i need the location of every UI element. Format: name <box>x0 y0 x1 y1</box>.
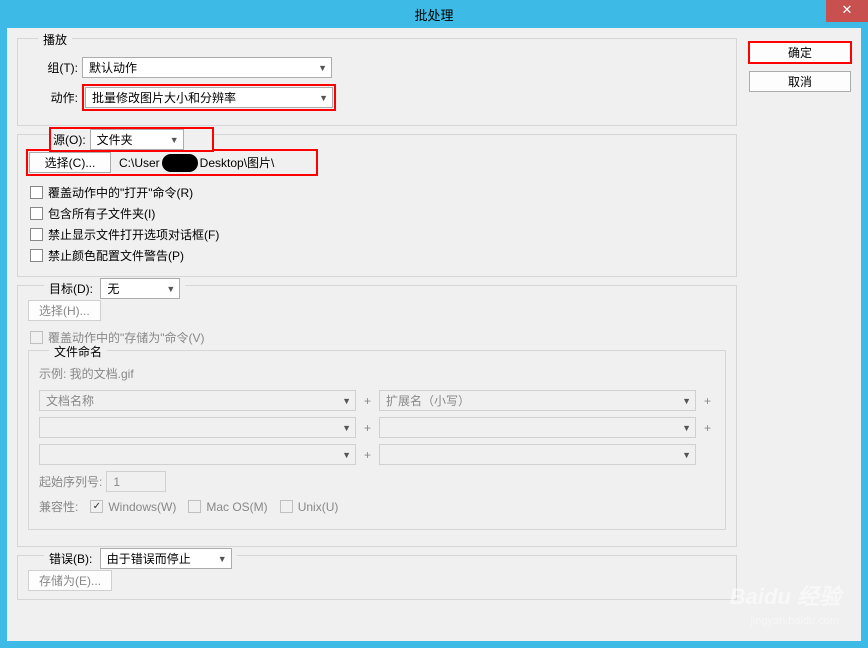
name-field-6: ▼ <box>379 444 696 465</box>
source-value: 文件夹 <box>97 131 133 148</box>
action-label: 动作: <box>28 89 78 106</box>
dest-choose-button: 选择(H)... <box>28 300 101 321</box>
action-select[interactable]: 批量修改图片大小和分辨率 ▼ <box>85 87 333 108</box>
error-fieldset: 错误(B): 由于错误而停止 ▼ 存储为(E)... <box>17 555 737 600</box>
naming-example: 示例: 我的文档.gif <box>39 365 715 382</box>
name-field-2: 扩展名（小写） ▼ <box>379 390 696 411</box>
plus-icon: + <box>360 448 375 462</box>
error-select[interactable]: 由于错误而停止 ▼ <box>100 548 232 569</box>
dest-value: 无 <box>107 280 119 297</box>
name-field-3: ▼ <box>39 417 356 438</box>
redacted-icon <box>162 154 198 172</box>
cb-override-save-row: 覆盖动作中的"存储为"命令(V) <box>28 329 726 346</box>
titlebar: 批处理 ✕ <box>0 0 868 28</box>
chevron-down-icon: ▼ <box>342 423 351 433</box>
plus-icon: + <box>360 394 375 408</box>
cb-override-open: 覆盖动作中的"打开"命令(R) <box>48 184 193 201</box>
naming-fieldset: 文件命名 示例: 我的文档.gif 文档名称 ▼ + 扩展名（小写） ▼ + <box>28 350 726 530</box>
error-label: 错误(B): <box>49 552 96 566</box>
checkbox-icon[interactable] <box>30 228 43 241</box>
start-seq-label: 起始序列号: <box>39 473 102 490</box>
close-button[interactable]: ✕ <box>826 0 868 22</box>
compat-unix: Unix(U) <box>278 500 339 514</box>
chevron-down-icon: ▼ <box>170 135 179 145</box>
plus-icon: + <box>700 421 715 435</box>
group-label: 组(T): <box>28 59 78 76</box>
group-value: 默认动作 <box>89 59 137 76</box>
error-value: 由于错误而停止 <box>107 550 191 567</box>
error-saveas-button: 存储为(E)... <box>28 570 112 591</box>
chevron-down-icon: ▼ <box>166 284 175 294</box>
source-fieldset: 源(O): 文件夹 ▼ 选择(C)... C:\User Desktop\图片\ <box>17 134 737 277</box>
ok-button[interactable]: 确定 <box>749 42 851 63</box>
action-value: 批量修改图片大小和分辨率 <box>92 89 236 106</box>
play-legend: 播放 <box>38 31 72 48</box>
dialog-content: 确定 取消 播放 组(T): 默认动作 ▼ 动作: 批量修改图片大小和分辨率 ▼ <box>7 28 861 641</box>
compat-mac: Mac OS(M) <box>186 500 267 514</box>
window-title: 批处理 <box>414 5 453 24</box>
cb-override-open-row[interactable]: 覆盖动作中的"打开"命令(R) <box>28 184 726 201</box>
cb-include-sub: 包含所有子文件夹(I) <box>48 205 155 222</box>
compat-label: 兼容性: <box>39 498 78 515</box>
compat-windows: Windows(W) <box>88 500 176 514</box>
naming-legend: 文件命名 <box>49 343 107 360</box>
source-select[interactable]: 文件夹 ▼ <box>90 129 184 150</box>
source-legend-wrap: 源(O): 文件夹 ▼ <box>44 127 219 152</box>
dest-label: 目标(D): <box>49 282 97 296</box>
cb-include-sub-row[interactable]: 包含所有子文件夹(I) <box>28 205 726 222</box>
cb-suppress-open: 禁止显示文件打开选项对话框(F) <box>48 226 219 243</box>
name-field-5: ▼ <box>39 444 356 465</box>
cb-suppress-color-row[interactable]: 禁止颜色配置文件警告(P) <box>28 247 726 264</box>
checkbox-icon[interactable] <box>30 207 43 220</box>
chevron-down-icon: ▼ <box>318 63 327 73</box>
play-fieldset: 播放 组(T): 默认动作 ▼ 动作: 批量修改图片大小和分辨率 ▼ <box>17 38 737 126</box>
name-field-1: 文档名称 ▼ <box>39 390 356 411</box>
dest-legend-wrap: 目标(D): 无 ▼ <box>44 278 185 299</box>
start-seq-input: 1 <box>106 471 166 492</box>
chevron-down-icon: ▼ <box>682 396 691 406</box>
chevron-down-icon: ▼ <box>682 423 691 433</box>
dest-fieldset: 目标(D): 无 ▼ 选择(H)... 覆盖动作中的"存储为"命令(V) 文件命… <box>17 285 737 547</box>
main-column: 播放 组(T): 默认动作 ▼ 动作: 批量修改图片大小和分辨率 ▼ <box>17 38 737 600</box>
plus-icon: + <box>360 421 375 435</box>
dest-select[interactable]: 无 ▼ <box>100 278 180 299</box>
watermark-sub: jingyan.baidu.com <box>750 615 839 627</box>
chevron-down-icon: ▼ <box>682 450 691 460</box>
cb-suppress-color: 禁止颜色配置文件警告(P) <box>48 247 184 264</box>
chevron-down-icon: ▼ <box>342 450 351 460</box>
side-buttons: 确定 取消 <box>749 42 851 100</box>
name-field-4: ▼ <box>379 417 696 438</box>
source-choose-button[interactable]: 选择(C)... <box>29 152 111 173</box>
error-legend-wrap: 错误(B): 由于错误而停止 ▼ <box>44 548 237 569</box>
chevron-down-icon: ▼ <box>218 554 227 564</box>
chevron-down-icon: ▼ <box>319 93 328 103</box>
checkbox-icon <box>30 331 43 344</box>
checkbox-icon <box>90 500 103 513</box>
cb-suppress-open-row[interactable]: 禁止显示文件打开选项对话框(F) <box>28 226 726 243</box>
checkbox-icon <box>188 500 201 513</box>
checkbox-icon[interactable] <box>30 186 43 199</box>
chevron-down-icon: ▼ <box>342 396 351 406</box>
source-path: C:\User Desktop\图片\ <box>111 152 282 173</box>
source-label: 源(O): <box>53 131 90 148</box>
checkbox-icon <box>280 500 293 513</box>
watermark: Baidu 经验 <box>730 579 841 611</box>
cancel-button[interactable]: 取消 <box>749 71 851 92</box>
checkbox-icon[interactable] <box>30 249 43 262</box>
group-select[interactable]: 默认动作 ▼ <box>82 57 332 78</box>
plus-icon: + <box>700 394 715 408</box>
